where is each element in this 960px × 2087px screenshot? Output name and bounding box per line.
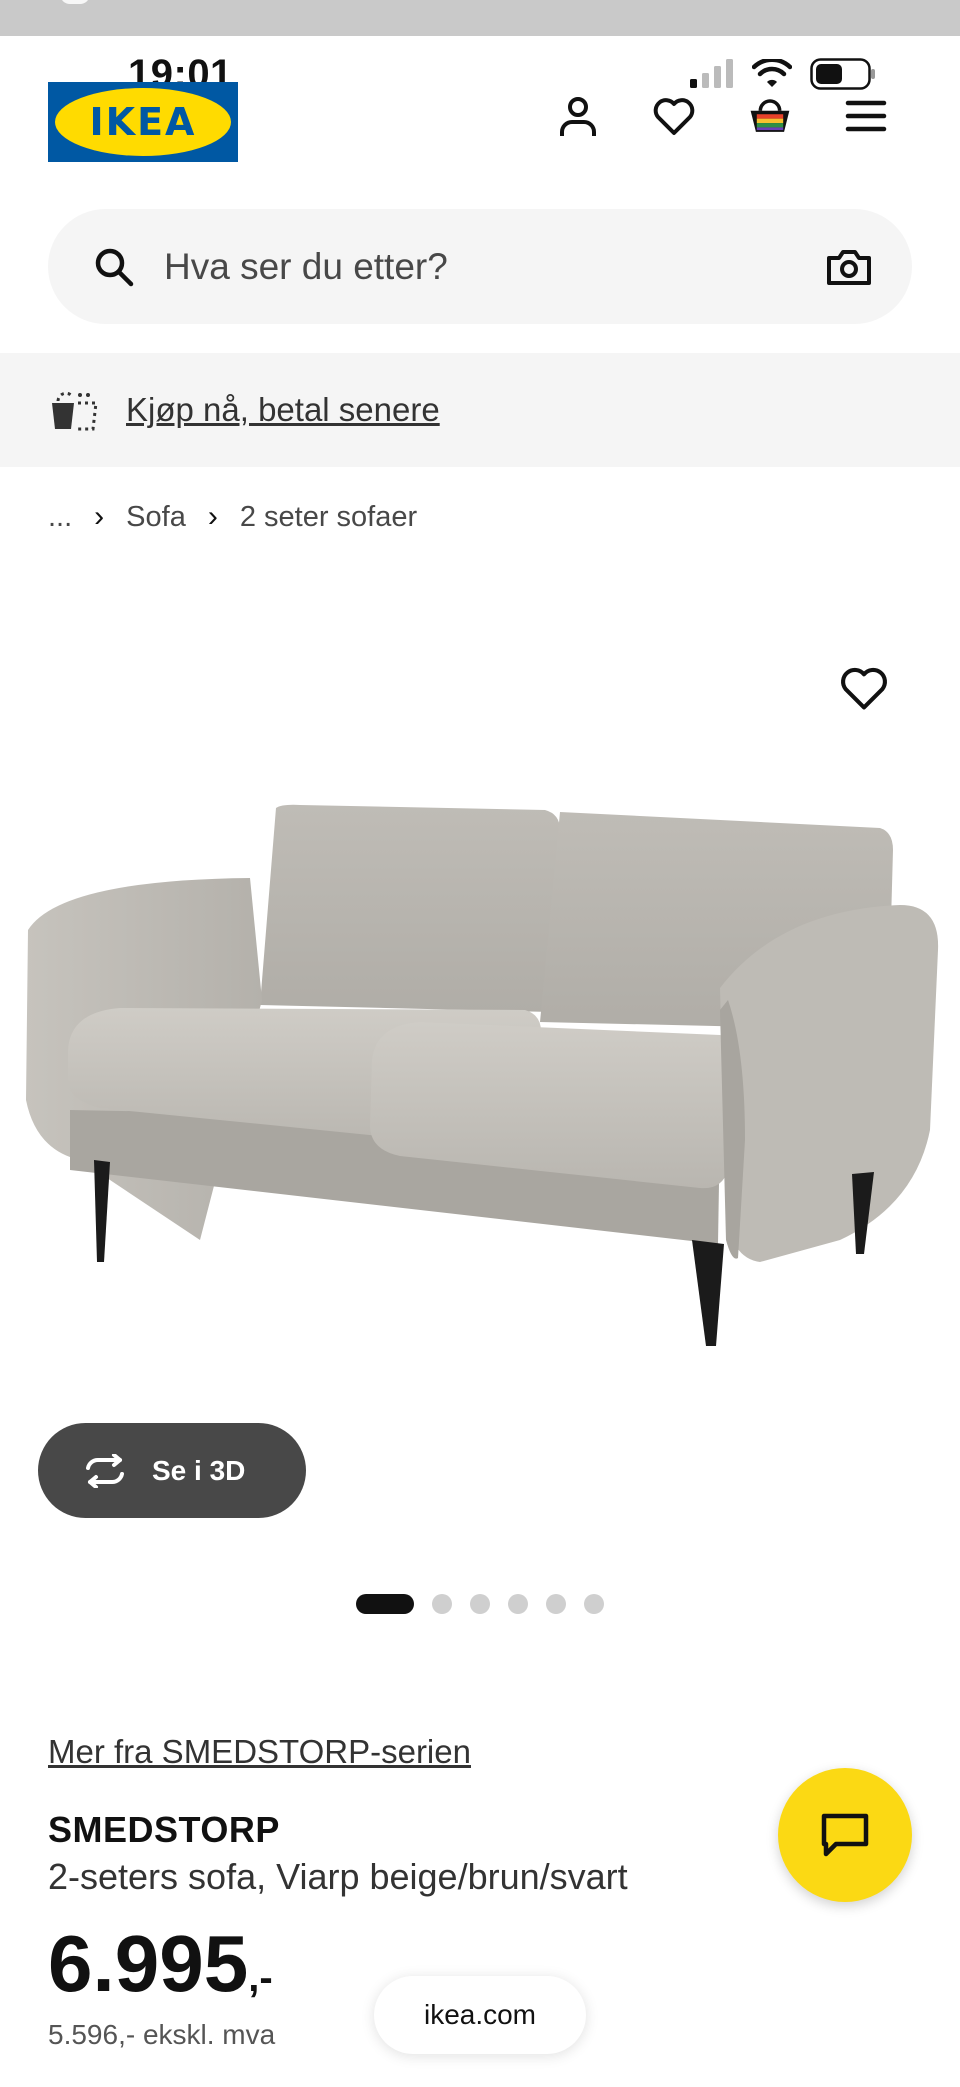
series-link[interactable]: Mer fra SMEDSTORP-serien xyxy=(48,1733,471,1771)
carousel-indicator xyxy=(356,1594,604,1614)
rotate-3d-icon xyxy=(86,1453,124,1488)
price-suffix: ,- xyxy=(248,1956,273,2000)
product-description: 2-seters sofa, Viarp beige/brun/svart xyxy=(48,1856,628,1897)
camera-icon[interactable] xyxy=(826,247,872,287)
carousel-dot[interactable] xyxy=(508,1594,528,1614)
menu-icon[interactable] xyxy=(844,94,888,138)
product-price: 6.995 ,- xyxy=(48,1918,273,2010)
chevron-right-icon: › xyxy=(94,500,105,533)
carousel-dot-active[interactable] xyxy=(356,1594,414,1614)
price-ex-vat: 5.596,- ekskl. mva xyxy=(48,2019,276,2050)
add-to-wishlist-button[interactable] xyxy=(838,664,890,716)
browser-url-pill[interactable]: ikea.com xyxy=(374,1976,586,2054)
heart-icon xyxy=(841,667,887,710)
carousel-dot[interactable] xyxy=(470,1594,490,1614)
chat-bubble-icon xyxy=(821,1813,869,1857)
search-placeholder: Hva ser du etter? xyxy=(164,245,448,287)
price-amount: 6.995 xyxy=(48,1919,249,2008)
status-icons xyxy=(690,58,876,90)
battery-icon xyxy=(810,58,875,90)
logo-text: IKEA xyxy=(89,100,197,144)
breadcrumb-ellipsis[interactable]: ... xyxy=(48,501,72,534)
breadcrumb: ... › Sofa › 2 seter sofaer xyxy=(48,500,417,534)
user-icon[interactable] xyxy=(556,94,600,138)
browser-top-strip xyxy=(0,0,960,36)
search-icon xyxy=(95,248,134,286)
view-in-3d-label: Se i 3D xyxy=(152,1454,246,1486)
cellular-signal-icon xyxy=(690,59,733,88)
ikea-logo[interactable]: IKEA xyxy=(48,82,238,162)
breadcrumb-item[interactable]: Sofa xyxy=(126,501,186,534)
logo-oval: IKEA xyxy=(55,88,231,156)
view-in-3d-button[interactable]: Se i 3D xyxy=(38,1423,306,1518)
carousel-dot[interactable] xyxy=(546,1594,566,1614)
search-input[interactable]: Hva ser du etter? xyxy=(48,209,912,324)
product-image[interactable] xyxy=(0,760,960,1430)
chat-button[interactable] xyxy=(778,1768,912,1902)
basket-icon[interactable] xyxy=(748,94,792,138)
wifi-icon xyxy=(752,59,792,87)
promo-link[interactable]: Kjøp nå, betal senere xyxy=(126,391,440,429)
header-actions xyxy=(556,94,888,138)
carousel-dot[interactable] xyxy=(584,1594,604,1614)
breadcrumb-item[interactable]: 2 seter sofaer xyxy=(240,501,417,534)
heart-icon[interactable] xyxy=(652,94,696,138)
carousel-dot[interactable] xyxy=(432,1594,452,1614)
chevron-right-icon: › xyxy=(207,500,218,533)
product-name: SMEDSTORP xyxy=(48,1809,280,1850)
pay-later-icon xyxy=(52,391,98,431)
top-strip-handle xyxy=(60,0,90,4)
promo-banner[interactable]: Kjøp nå, betal senere xyxy=(0,353,960,467)
